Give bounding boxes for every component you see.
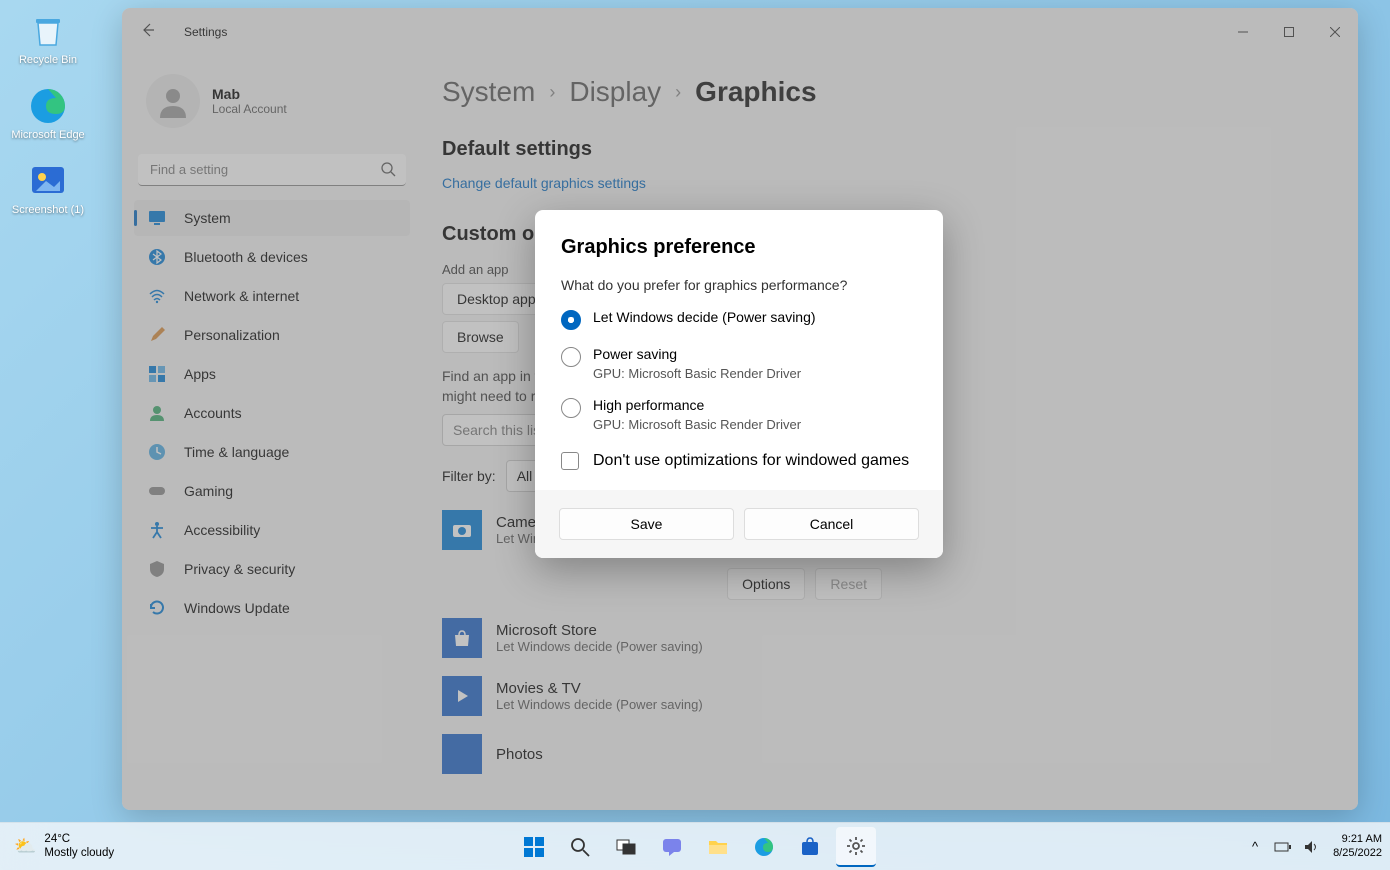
radio-high-performance[interactable]: High performanceGPU: Microsoft Basic Ren…: [561, 397, 917, 432]
desktop-icons: Recycle Bin Microsoft Edge Screenshot (1…: [8, 10, 88, 236]
save-button[interactable]: Save: [559, 508, 734, 540]
edge-icon[interactable]: Microsoft Edge: [8, 85, 88, 142]
radio-icon: [561, 310, 581, 330]
recycle-bin-icon[interactable]: Recycle Bin: [8, 10, 88, 67]
task-view[interactable]: [606, 827, 646, 867]
store-taskbar-icon[interactable]: [790, 827, 830, 867]
weather-widget[interactable]: ⛅ 24°CMostly cloudy: [0, 833, 114, 861]
settings-taskbar-icon[interactable]: [836, 827, 876, 867]
dialog-question: What do you prefer for graphics performa…: [561, 277, 917, 293]
image-icon: [27, 160, 69, 202]
volume-icon[interactable]: [1299, 835, 1323, 859]
screenshot-icon[interactable]: Screenshot (1): [8, 160, 88, 217]
weather-icon: ⛅: [14, 836, 36, 857]
start-button[interactable]: [514, 827, 554, 867]
dialog-title: Graphics preference: [561, 236, 917, 259]
radio-icon: [561, 398, 581, 418]
browser-icon: [27, 85, 69, 127]
radio-let-windows-decide[interactable]: Let Windows decide (Power saving): [561, 309, 917, 330]
taskbar-search[interactable]: [560, 827, 600, 867]
chat-icon[interactable]: [652, 827, 692, 867]
checkbox-icon: [561, 452, 579, 470]
explorer-icon[interactable]: [698, 827, 738, 867]
tray-chevron-icon[interactable]: ^: [1243, 835, 1267, 859]
clock[interactable]: 9:21 AM8/25/2022: [1333, 833, 1382, 859]
taskbar: ⛅ 24°CMostly cloudy ^ 9:21 AM8/25/2022: [0, 822, 1390, 870]
radio-icon: [561, 347, 581, 367]
battery-icon[interactable]: [1271, 835, 1295, 859]
trash-icon: [27, 10, 69, 52]
radio-power-saving[interactable]: Power savingGPU: Microsoft Basic Render …: [561, 346, 917, 381]
edge-taskbar-icon[interactable]: [744, 827, 784, 867]
graphics-preference-dialog: Graphics preference What do you prefer f…: [535, 210, 943, 558]
cancel-button[interactable]: Cancel: [744, 508, 919, 540]
checkbox-no-optimizations[interactable]: Don't use optimizations for windowed gam…: [561, 452, 917, 470]
